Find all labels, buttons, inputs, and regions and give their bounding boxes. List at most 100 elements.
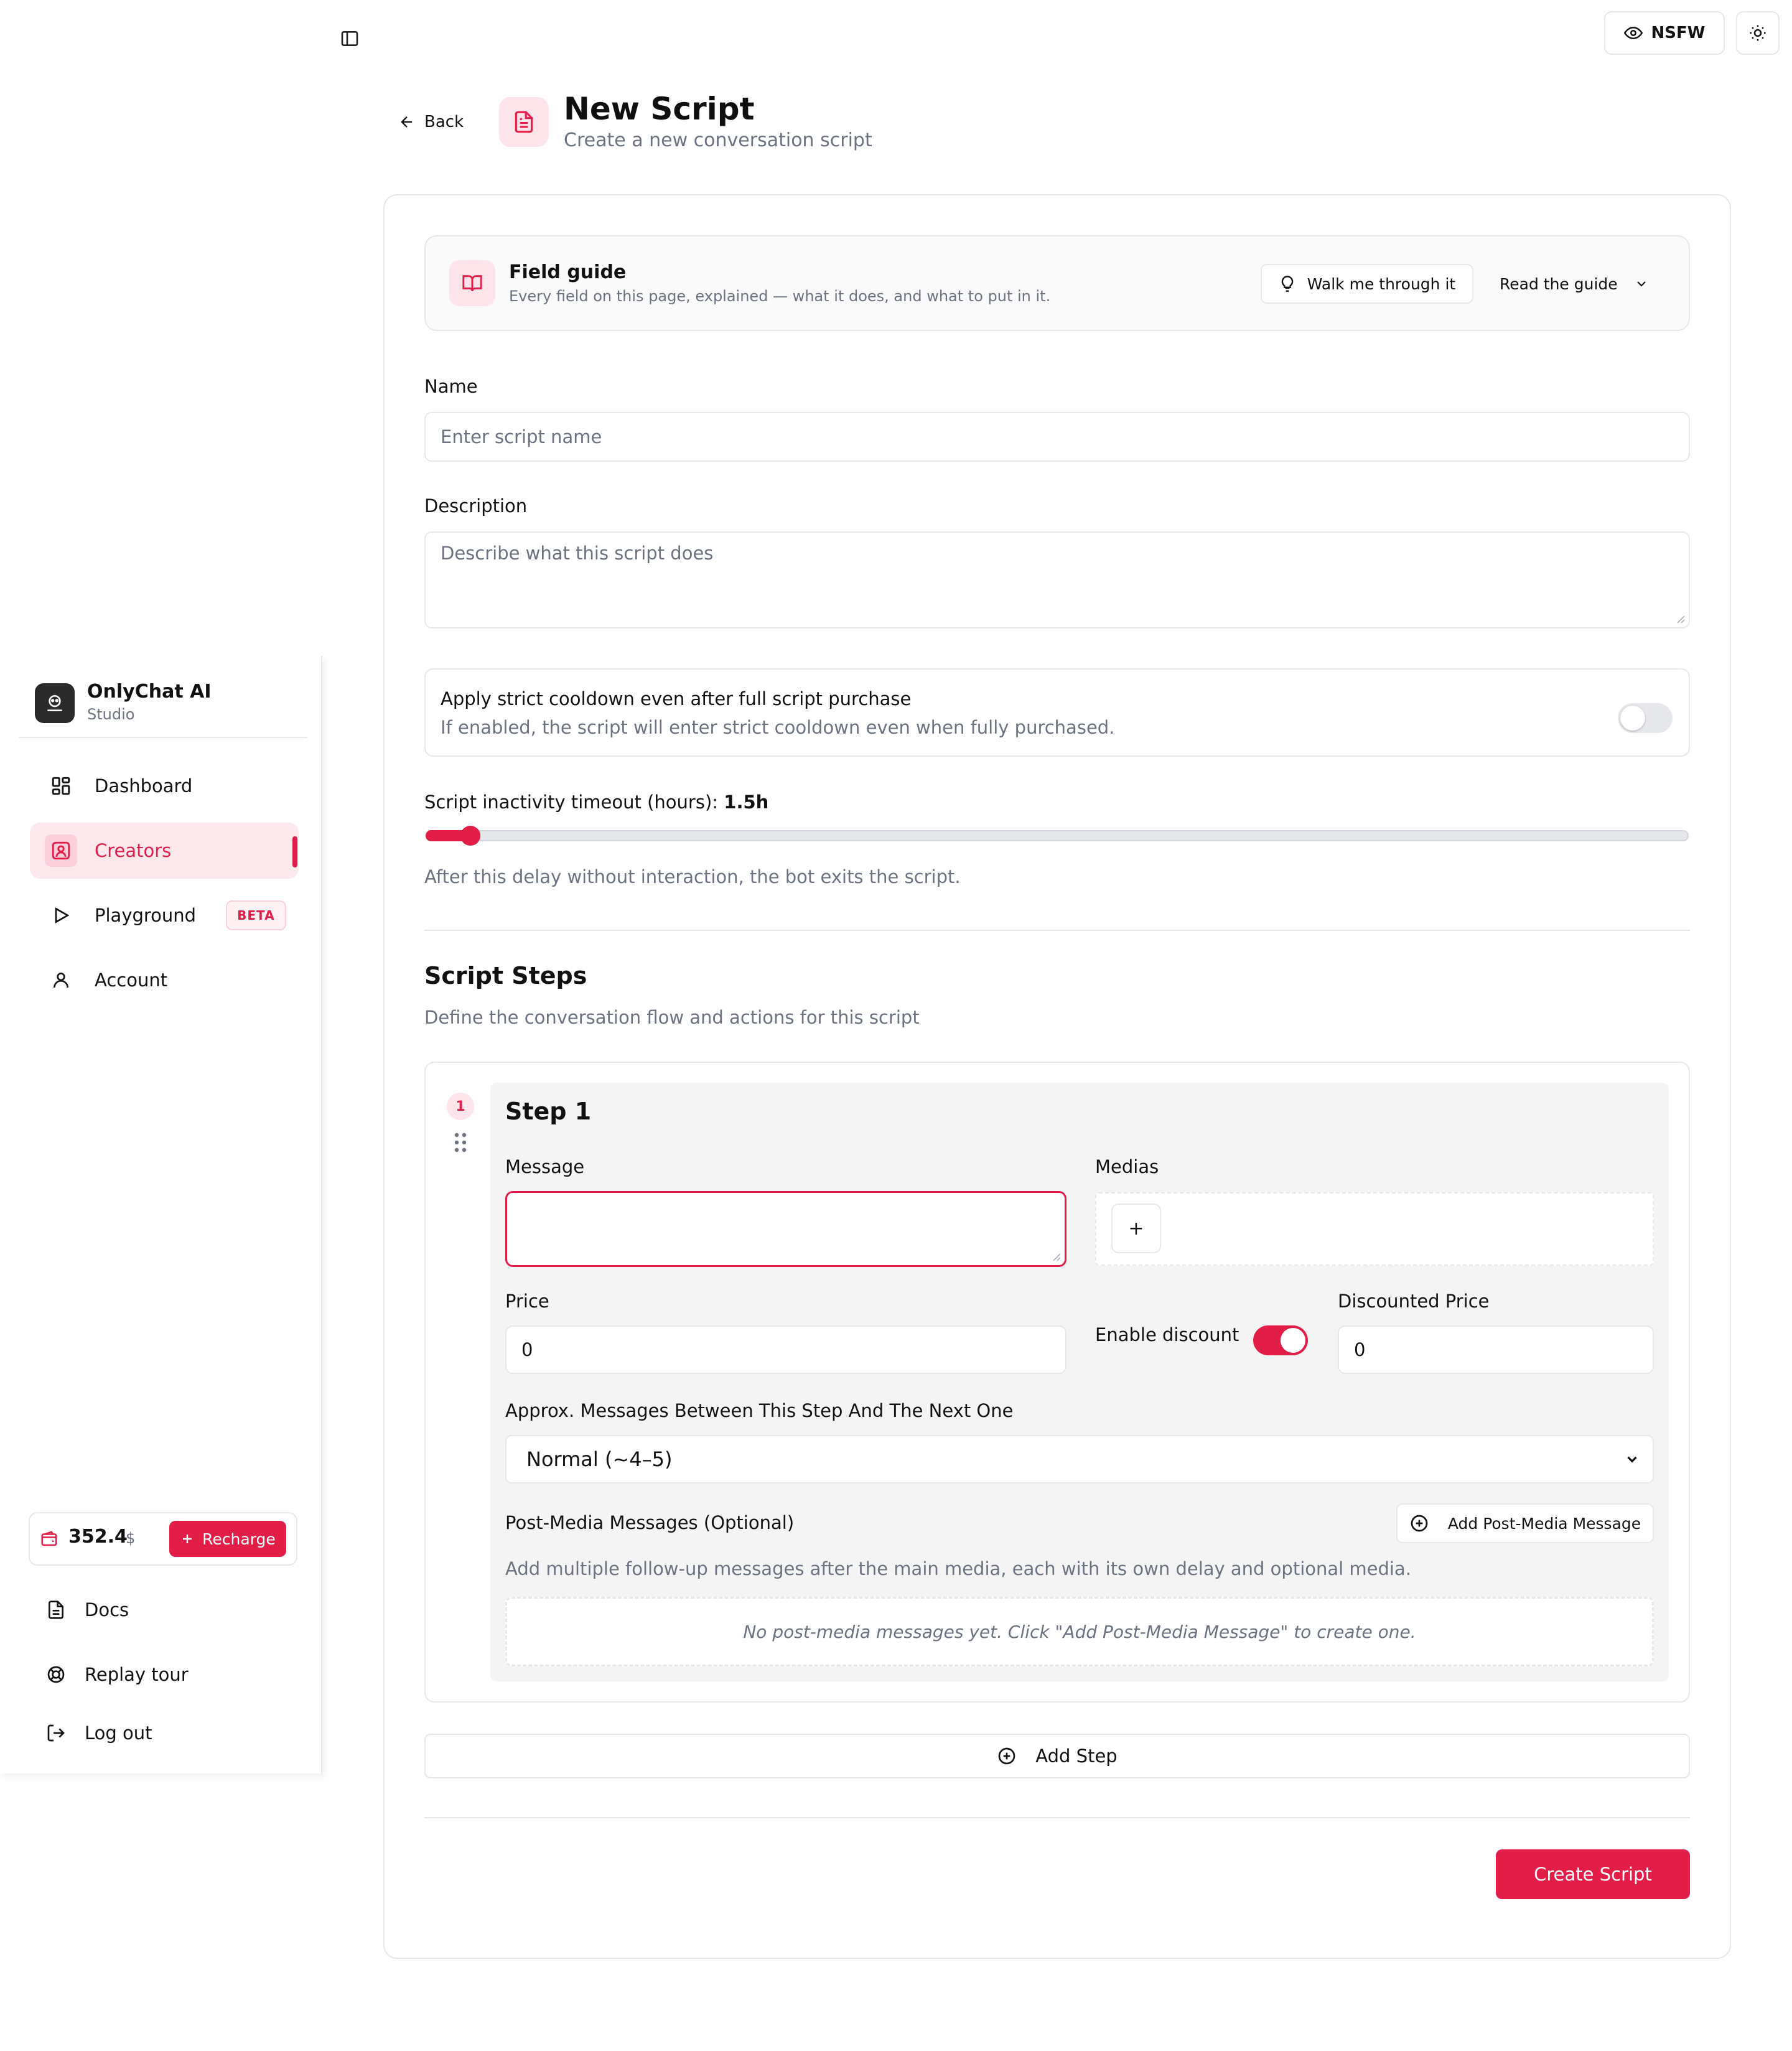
- discounted-price-label: Discounted Price: [1338, 1291, 1490, 1312]
- create-script-button[interactable]: Create Script: [1496, 1849, 1690, 1899]
- sidebar-item-dashboard[interactable]: Dashboard: [30, 758, 299, 814]
- sidebar-item-label: Replay tour: [85, 1664, 189, 1685]
- theme-toggle-button[interactable]: [1736, 11, 1780, 55]
- description-placeholder: Describe what this script does: [441, 543, 714, 564]
- plus-circle-icon: [998, 1747, 1015, 1765]
- page-title: New Script: [564, 91, 755, 127]
- enable-discount-toggle[interactable]: [1253, 1325, 1308, 1355]
- toggle-knob: [1281, 1328, 1305, 1353]
- timeout-label: Script inactivity timeout (hours): 1.5h: [424, 792, 768, 813]
- sidebar-item-docs[interactable]: Docs: [30, 1588, 129, 1632]
- brand-name: OnlyChat AI: [87, 681, 212, 703]
- recharge-label: Recharge: [202, 1530, 276, 1548]
- sidebar-item-logout[interactable]: Log out: [30, 1711, 152, 1755]
- discounted-price-value: 0: [1354, 1339, 1366, 1360]
- timeout-slider-thumb[interactable]: [460, 826, 480, 846]
- sidebar-toggle-button[interactable]: [336, 25, 363, 52]
- timeout-slider-track[interactable]: [426, 830, 1689, 841]
- timeout-help-text: After this delay without interaction, th…: [424, 866, 961, 887]
- user-icon: [45, 964, 77, 996]
- strict-cooldown-toggle[interactable]: [1618, 703, 1673, 733]
- add-step-label: Add Step: [1035, 1745, 1118, 1767]
- discounted-price-input[interactable]: 0: [1338, 1325, 1654, 1374]
- brand-logo: [35, 683, 75, 723]
- sidebar-item-account[interactable]: Account: [30, 952, 299, 1008]
- sidebar-item-replay-tour[interactable]: Replay tour: [30, 1653, 189, 1696]
- wallet-icon: [40, 1530, 58, 1548]
- field-guide-description: Every field on this page, explained — wh…: [509, 287, 1051, 305]
- beta-badge: BETA: [226, 900, 286, 930]
- sidebar-panel-icon: [341, 31, 358, 46]
- price-label: Price: [505, 1291, 549, 1312]
- recharge-button[interactable]: Recharge: [169, 1521, 286, 1557]
- nsfw-label: NSFW: [1651, 24, 1706, 42]
- read-guide-button[interactable]: Read the guide: [1487, 264, 1661, 304]
- plus-circle-icon: [1411, 1515, 1428, 1532]
- medias-label: Medias: [1095, 1156, 1159, 1177]
- play-icon: [45, 899, 77, 932]
- script-file-icon: [499, 97, 549, 147]
- nsfw-toggle-button[interactable]: NSFW: [1604, 11, 1725, 55]
- cooldown-title: Apply strict cooldown even after full sc…: [441, 688, 912, 709]
- messages-gap-value: Normal (~4–5): [526, 1447, 673, 1471]
- step-number-badge: 1: [447, 1093, 474, 1120]
- name-label: Name: [424, 376, 478, 397]
- drag-handle-icon[interactable]: [452, 1131, 469, 1154]
- chevron-down-icon: [1627, 1456, 1637, 1463]
- description-input[interactable]: Describe what this script does: [424, 531, 1690, 628]
- back-button[interactable]: Back: [398, 110, 464, 134]
- post-media-empty-state: No post-media messages yet. Click "Add P…: [505, 1597, 1654, 1666]
- name-input[interactable]: Enter script name: [424, 412, 1690, 462]
- active-indicator: [292, 836, 297, 867]
- lightbulb-icon: [1281, 276, 1293, 292]
- message-input[interactable]: [505, 1191, 1066, 1267]
- sidebar-divider: [19, 737, 307, 738]
- wallet-balance: 352.4: [68, 1526, 128, 1548]
- wallet-currency: $: [126, 1530, 136, 1547]
- plus-icon: [183, 1535, 192, 1543]
- sidebar-item-label: Playground: [95, 905, 197, 926]
- message-label: Message: [505, 1156, 585, 1177]
- messages-gap-label: Approx. Messages Between This Step And T…: [505, 1400, 1014, 1421]
- toggle-knob: [1620, 706, 1645, 731]
- name-placeholder: Enter script name: [441, 426, 602, 447]
- resize-handle-icon: [1053, 1253, 1061, 1261]
- sidebar-item-playground[interactable]: Playground BETA: [30, 887, 299, 943]
- brand-subtitle: Studio: [87, 706, 135, 723]
- section-divider: [424, 930, 1690, 931]
- description-label: Description: [424, 495, 528, 516]
- price-value: 0: [521, 1339, 533, 1360]
- eye-icon: [1623, 26, 1643, 40]
- sidebar-item-creators[interactable]: Creators: [30, 823, 299, 879]
- docs-icon: [42, 1596, 70, 1624]
- arrow-left-icon: [401, 116, 413, 128]
- walk-me-through-button[interactable]: Walk me through it: [1261, 264, 1473, 304]
- sidebar-item-label: Account: [95, 969, 168, 991]
- lifebuoy-icon: [42, 1661, 70, 1688]
- medias-dropzone[interactable]: [1095, 1192, 1654, 1266]
- cooldown-description: If enabled, the script will enter strict…: [441, 717, 1115, 738]
- sidebar-item-label: Log out: [85, 1722, 152, 1744]
- sidebar-item-label: Dashboard: [95, 775, 193, 797]
- add-post-media-button[interactable]: Add Post-Media Message: [1396, 1503, 1654, 1543]
- logout-icon: [42, 1719, 70, 1747]
- page-subtitle: Create a new conversation script: [564, 129, 872, 151]
- post-media-help: Add multiple follow-up messages after th…: [505, 1558, 1411, 1579]
- add-media-button[interactable]: +: [1111, 1203, 1161, 1253]
- back-label: Back: [424, 113, 464, 131]
- price-input[interactable]: 0: [505, 1325, 1066, 1374]
- section-divider: [424, 1817, 1690, 1818]
- read-label: Read the guide: [1500, 274, 1618, 293]
- step-body: [490, 1083, 1669, 1681]
- sun-icon: [1750, 25, 1766, 41]
- enable-discount-label: Enable discount: [1095, 1324, 1239, 1345]
- add-step-button[interactable]: Add Step: [424, 1734, 1690, 1778]
- timeout-value: 1.5h: [724, 792, 769, 813]
- messages-gap-select[interactable]: Normal (~4–5): [505, 1435, 1654, 1483]
- chevron-down-icon: [1636, 281, 1646, 287]
- creators-icon: [45, 834, 77, 867]
- post-media-label: Post-Media Messages (Optional): [505, 1512, 795, 1533]
- script-steps-description: Define the conversation flow and actions…: [424, 1007, 920, 1028]
- field-guide-title: Field guide: [509, 261, 627, 283]
- post-media-empty-text: No post-media messages yet. Click "Add P…: [743, 1621, 1416, 1642]
